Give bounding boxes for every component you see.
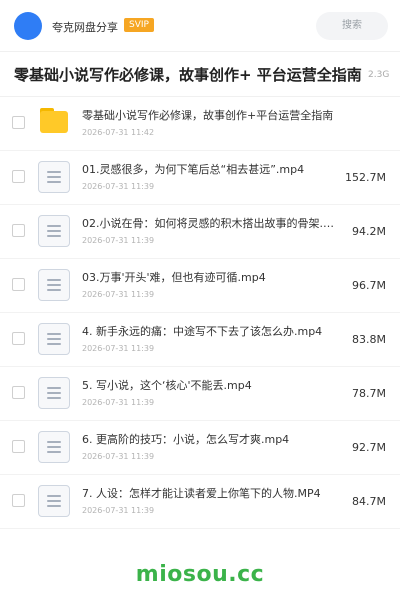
row-checkbox[interactable]: [12, 116, 25, 129]
file-size: 83.8M: [352, 333, 386, 346]
row-checkbox[interactable]: [12, 278, 25, 291]
file-row[interactable]: 03.万事'开头'难，但也有迹可循.mp4 2026-07-31 11:39 9…: [0, 259, 400, 313]
file-row[interactable]: 5. 写小说，这个‘核心'不能丢.mp4 2026-07-31 11:39 78…: [0, 367, 400, 421]
watermark-text: miosou.cc: [135, 562, 265, 587]
search-button[interactable]: 搜索: [316, 12, 388, 40]
brand-name: 夸克网盘分享: [52, 21, 118, 34]
total-size: 2.3G: [368, 70, 390, 80]
file-name: 03.万事'开头'难，但也有迹可循.mp4: [82, 271, 266, 284]
file-row[interactable]: 7. 人设：怎样才能让读者爱上你笔下的人物.MP4 2026-07-31 11:…: [0, 475, 400, 529]
page-title: 零基础小说写作必修课，故事创作+ 平台运营全指南: [14, 66, 362, 84]
row-checkbox[interactable]: [12, 440, 25, 453]
folder-name: 零基础小说写作必修课，故事创作+平台运营全指南: [82, 109, 334, 122]
video-file-icon: [38, 269, 70, 301]
file-size: 96.7M: [352, 279, 386, 292]
file-date: 2026-07-31 11:39: [82, 452, 155, 461]
file-date: 2026-07-31 11:39: [82, 236, 155, 245]
video-file-icon: [38, 323, 70, 355]
file-row[interactable]: 01.灵感很多，为何下笔后总“相去甚远”.mp4 2026-07-31 11:3…: [0, 151, 400, 205]
row-checkbox[interactable]: [12, 170, 25, 183]
folder-icon: [38, 107, 70, 139]
file-date: 2026-07-31 11:39: [82, 344, 155, 353]
file-size: 152.7M: [345, 171, 386, 184]
file-name: 5. 写小说，这个‘核心'不能丢.mp4: [82, 379, 252, 392]
file-name: 02.小说在骨：如何将灵感的积木搭出故事的骨架.mp4: [82, 217, 344, 230]
file-row[interactable]: 02.小说在骨：如何将灵感的积木搭出故事的骨架.mp4 2026-07-31 1…: [0, 205, 400, 259]
top-bar: 夸克网盘分享 SVIP 搜索: [0, 0, 400, 52]
file-size: 78.7M: [352, 387, 386, 400]
file-name: 4. 新手永远的痛：中途写不下去了该怎么办.mp4: [82, 325, 323, 338]
row-checkbox[interactable]: [12, 224, 25, 237]
svip-badge: SVIP: [124, 18, 154, 32]
video-file-icon: [38, 161, 70, 193]
file-name: 7. 人设：怎样才能让读者爱上你笔下的人物.MP4: [82, 487, 321, 500]
page-title-container: 零基础小说写作必修课，故事创作+ 平台运营全指南: [14, 64, 400, 88]
video-file-icon: [38, 215, 70, 247]
folder-date: 2026-07-31 11:42: [82, 128, 155, 137]
file-size: 92.7M: [352, 441, 386, 454]
file-date: 2026-07-31 11:39: [82, 182, 155, 191]
video-file-icon: [38, 377, 70, 409]
file-row[interactable]: 6. 更高阶的技巧：小说，怎么写才爽.mp4 2026-07-31 11:39 …: [0, 421, 400, 475]
row-checkbox[interactable]: [12, 332, 25, 345]
file-row[interactable]: 4. 新手永远的痛：中途写不下去了该怎么办.mp4 2026-07-31 11:…: [0, 313, 400, 367]
file-size: 94.2M: [352, 225, 386, 238]
file-size: 84.7M: [352, 495, 386, 508]
file-date: 2026-07-31 11:39: [82, 506, 155, 515]
avatar[interactable]: [14, 12, 42, 40]
file-name: 6. 更高阶的技巧：小说，怎么写才爽.mp4: [82, 433, 290, 446]
file-name: 01.灵感很多，为何下笔后总“相去甚远”.mp4: [82, 163, 305, 176]
row-checkbox[interactable]: [12, 494, 25, 507]
video-file-icon: [38, 485, 70, 517]
folder-row[interactable]: 零基础小说写作必修课，故事创作+平台运营全指南 2026-07-31 11:42: [0, 97, 400, 151]
file-date: 2026-07-31 11:39: [82, 398, 155, 407]
row-checkbox[interactable]: [12, 386, 25, 399]
video-file-icon: [38, 431, 70, 463]
file-date: 2026-07-31 11:39: [82, 290, 155, 299]
